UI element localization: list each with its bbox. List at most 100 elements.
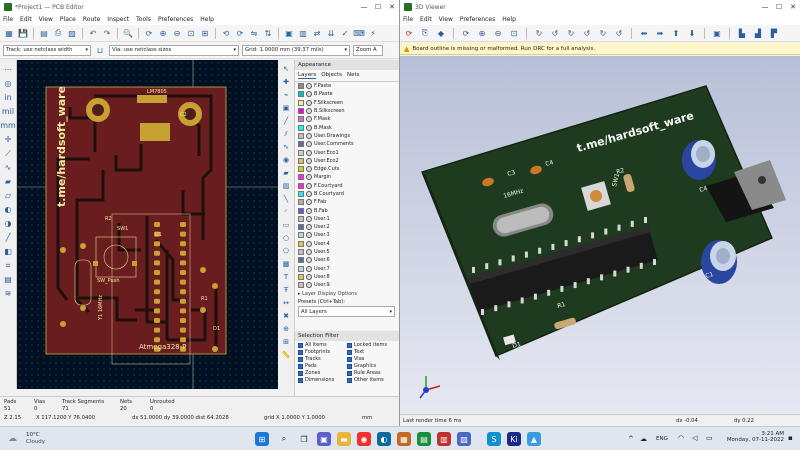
grid-select[interactable]: Grid: 1.0000 mm (39.37 mils) ▾ — [242, 44, 350, 56]
layer-color-swatch[interactable] — [298, 166, 304, 173]
visibility-icon[interactable] — [306, 116, 312, 123]
layer-row[interactable]: User.Drawings — [295, 132, 399, 140]
layer-row[interactable]: F.Paste — [295, 82, 399, 90]
cursor-icon[interactable]: ✛ — [2, 133, 15, 146]
zoom-select[interactable]: Zoom A — [353, 44, 383, 56]
visibility-icon[interactable] — [306, 174, 312, 181]
add-textbox-icon[interactable]: Ŧ — [280, 284, 292, 296]
checkbox[interactable] — [298, 370, 303, 376]
zoom-fit-icon[interactable]: ⊡ — [508, 27, 520, 39]
units-mil-icon[interactable]: mil — [2, 105, 15, 118]
skype-icon[interactable]: S — [487, 432, 501, 446]
track-width-select[interactable]: Track: use netclass width ▾ — [3, 44, 91, 56]
via-sketch-icon[interactable]: ◑ — [2, 217, 15, 230]
raytrace-icon[interactable]: ◆ — [435, 27, 447, 39]
visibility-icon[interactable] — [306, 207, 312, 214]
ortho-view-icon[interactable]: ▣ — [711, 27, 723, 39]
visibility-icon[interactable] — [306, 141, 312, 148]
checkbox[interactable] — [298, 377, 303, 383]
chat-icon[interactable]: ▣ — [317, 432, 331, 446]
visibility-icon[interactable] — [306, 191, 312, 197]
visibility-icon[interactable] — [306, 157, 312, 164]
delete-icon[interactable]: ✖ — [280, 310, 292, 322]
track-sketch-icon[interactable]: ╱ — [2, 231, 15, 244]
layer-row[interactable]: User.5 — [295, 248, 399, 256]
visibility-icon[interactable] — [306, 282, 312, 289]
rotate-y-ccw-icon[interactable]: ↺ — [581, 27, 593, 39]
layer-row[interactable]: B.Paste — [295, 90, 399, 98]
layer-row[interactable]: F.Silkscreen — [295, 99, 399, 107]
layer-color-swatch[interactable] — [298, 191, 304, 197]
selection-filter-item[interactable]: All items — [298, 342, 347, 348]
visibility-icon[interactable] — [306, 108, 312, 115]
add-zone-icon[interactable]: ▰ — [280, 167, 292, 179]
visibility-icon[interactable] — [306, 257, 312, 264]
visibility-icon[interactable] — [306, 240, 312, 247]
kicad-schematic-icon[interactable]: ▤ — [417, 432, 431, 446]
minimize-icon[interactable]: — — [758, 3, 772, 11]
update-pcb-icon[interactable]: ⇊ — [325, 27, 337, 39]
layer-color-swatch[interactable] — [298, 224, 304, 231]
print-icon[interactable]: ⎙ — [52, 27, 64, 39]
app-icon[interactable]: ▧ — [457, 432, 471, 446]
add-via-icon[interactable]: ◉ — [280, 154, 292, 166]
photos-icon[interactable]: ▲ — [527, 432, 541, 446]
checkbox[interactable] — [347, 349, 352, 355]
selection-filter-item[interactable]: Graphics — [347, 363, 396, 369]
maximize-icon[interactable]: ☐ — [772, 3, 786, 11]
reload-board-icon[interactable]: ⟳ — [403, 27, 415, 39]
wifi-icon[interactable]: ◠ — [678, 434, 684, 442]
menu-place[interactable]: Place — [60, 16, 76, 23]
layer-color-swatch[interactable] — [298, 199, 304, 206]
layer-row[interactable]: User.Comments — [295, 140, 399, 148]
menu-edit[interactable]: Edit — [20, 16, 32, 23]
add-dimension-icon[interactable]: ↔ — [280, 297, 292, 309]
selection-filter-item[interactable]: Footprints — [298, 349, 347, 355]
move-right-icon[interactable]: ➡ — [654, 27, 666, 39]
presets-select[interactable]: All Layers ▾ — [298, 306, 395, 318]
rotate-x-ccw-icon[interactable]: ↺ — [549, 27, 561, 39]
layer-row[interactable]: F.Courtyard — [295, 182, 399, 190]
layer-row[interactable]: B.Fab — [295, 206, 399, 214]
move-left-icon[interactable]: ⬅ — [638, 27, 650, 39]
footprint-browser-icon[interactable]: ▥ — [297, 27, 309, 39]
grid-toggle-icon[interactable]: ⋯ — [2, 63, 15, 76]
add-footprint-icon[interactable]: ▣ — [280, 102, 292, 114]
menu-inspect[interactable]: Inspect — [107, 16, 129, 23]
draw-rect-icon[interactable]: ▭ — [280, 219, 292, 231]
selection-filter-item[interactable]: Text — [347, 349, 396, 355]
maximize-icon[interactable]: ☐ — [371, 3, 385, 11]
mirror-h-icon[interactable]: ⇋ — [248, 27, 260, 39]
layer-row[interactable]: B.Courtyard — [295, 190, 399, 198]
scripting-icon[interactable]: ⌨ — [353, 27, 365, 39]
visibility-icon[interactable] — [306, 166, 312, 173]
refresh-icon[interactable]: ⟳ — [460, 27, 472, 39]
selection-filter-item[interactable]: Locked items — [347, 342, 396, 348]
layer-color-swatch[interactable] — [298, 273, 304, 280]
pcb-canvas[interactable]: t.me/hardsoft_ware Atmega328-P LM7805 C2… — [17, 60, 278, 389]
layer-color-swatch[interactable] — [298, 265, 304, 272]
layer-row[interactable]: F.Mask — [295, 115, 399, 123]
plot-icon[interactable]: ▨ — [66, 27, 78, 39]
layer-row[interactable]: Edge.Cuts — [295, 165, 399, 173]
layer-color-swatch[interactable] — [298, 141, 304, 148]
auto-width-icon[interactable]: ⊔ — [94, 44, 106, 56]
tray-chevron-icon[interactable]: ^ — [628, 435, 634, 443]
selection-filter-item[interactable]: Rule Areas — [347, 370, 396, 376]
layer-display-options[interactable]: ▸ Layer Display Options — [295, 289, 399, 299]
zone-outline-icon[interactable]: ▱ — [2, 189, 15, 202]
selection-filter-item[interactable]: Other items — [347, 377, 396, 383]
show-smd-icon[interactable]: ▟ — [752, 27, 764, 39]
tab-objects[interactable]: Objects — [321, 72, 342, 79]
checkbox[interactable] — [298, 349, 303, 355]
zoom-in-icon[interactable]: ⊕ — [476, 27, 488, 39]
layer-color-swatch[interactable] — [298, 132, 304, 139]
pad-sketch-icon[interactable]: ◐ — [2, 203, 15, 216]
viewer-menu-view[interactable]: View — [439, 16, 453, 23]
visibility-icon[interactable] — [306, 182, 312, 189]
app-icon[interactable]: ▦ — [397, 432, 411, 446]
search-icon[interactable]: ⌕ — [277, 432, 291, 446]
chrome-icon[interactable]: ◉ — [357, 432, 371, 446]
zoom-out-icon[interactable]: ⊖ — [492, 27, 504, 39]
zone-fill-icon[interactable]: ▰ — [2, 175, 15, 188]
